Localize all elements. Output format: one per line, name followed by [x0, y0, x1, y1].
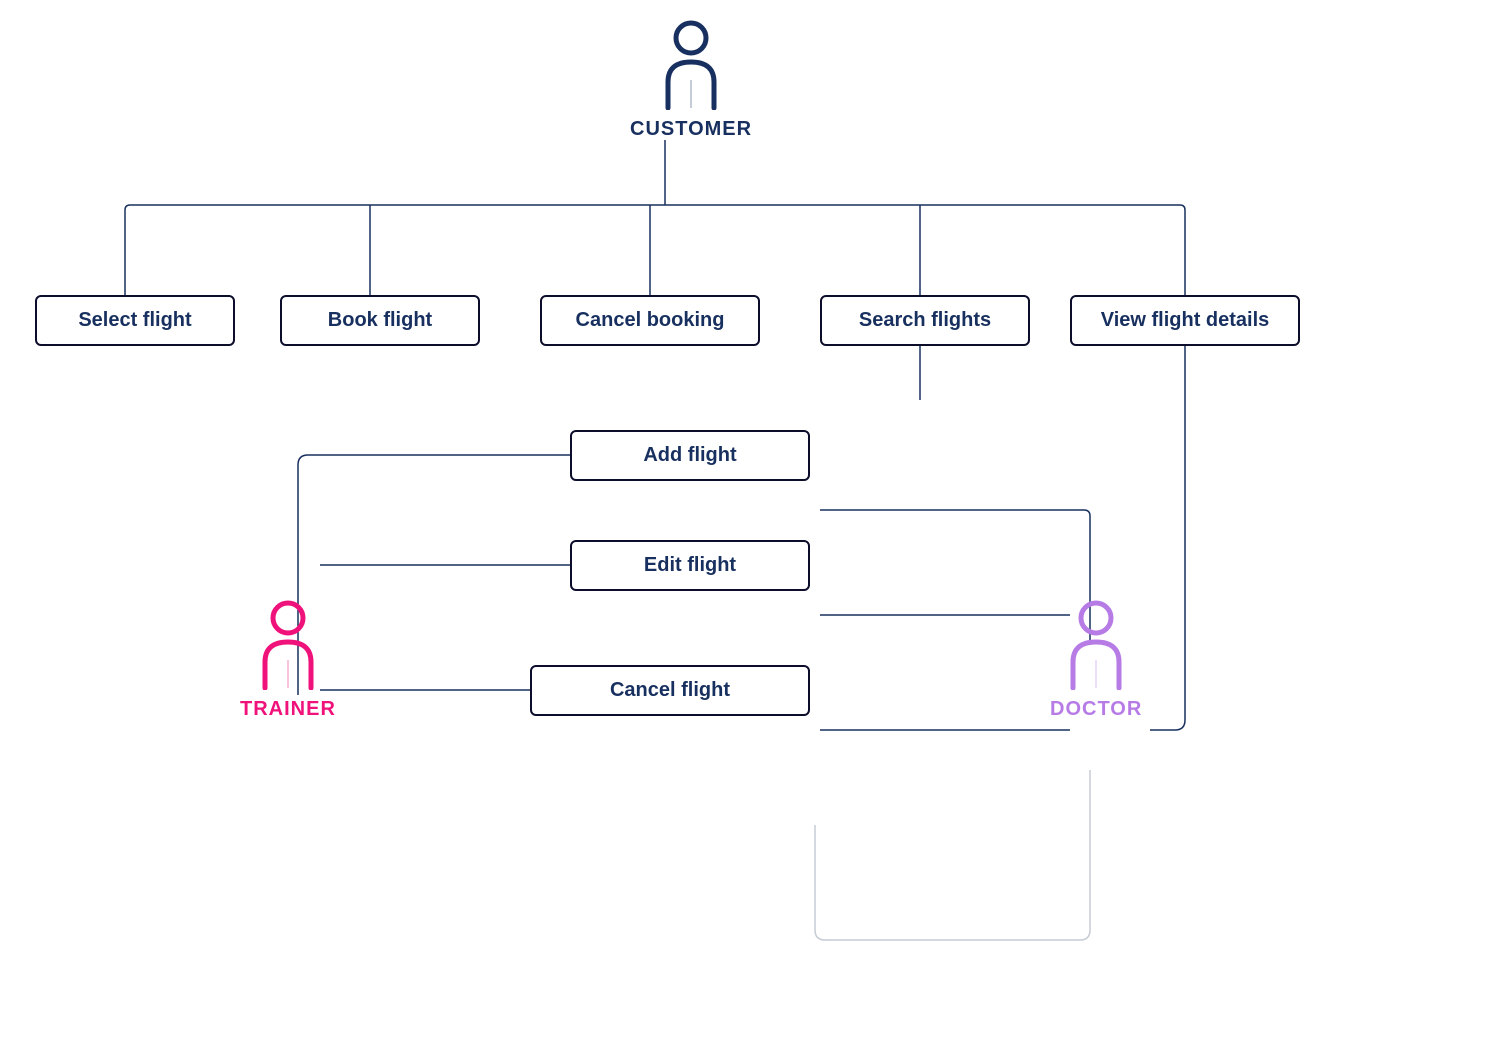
usecase-add-flight: Add flight: [570, 430, 810, 481]
usecase-search-flights: Search flights: [820, 295, 1030, 346]
connector-lines: [0, 0, 1500, 1050]
usecase-select-flight: Select flight: [35, 295, 235, 346]
usecase-book-flight: Book flight: [280, 295, 480, 346]
actor-trainer: TRAINER: [240, 600, 336, 721]
usecase-view-flight-details: View flight details: [1070, 295, 1300, 346]
actor-customer-label: CUSTOMER: [630, 118, 752, 141]
actor-trainer-label: TRAINER: [240, 698, 336, 721]
person-icon: [656, 20, 726, 110]
person-icon: [1061, 600, 1131, 690]
actor-doctor-label: DOCTOR: [1050, 698, 1142, 721]
person-icon: [253, 600, 323, 690]
actor-customer: CUSTOMER: [630, 20, 752, 141]
diagram-canvas: CUSTOMER Select flight Book flight Cance…: [0, 0, 1500, 1050]
usecase-cancel-booking: Cancel booking: [540, 295, 760, 346]
usecase-edit-flight: Edit flight: [570, 540, 810, 591]
usecase-cancel-flight: Cancel flight: [530, 665, 810, 716]
actor-doctor: DOCTOR: [1050, 600, 1142, 721]
